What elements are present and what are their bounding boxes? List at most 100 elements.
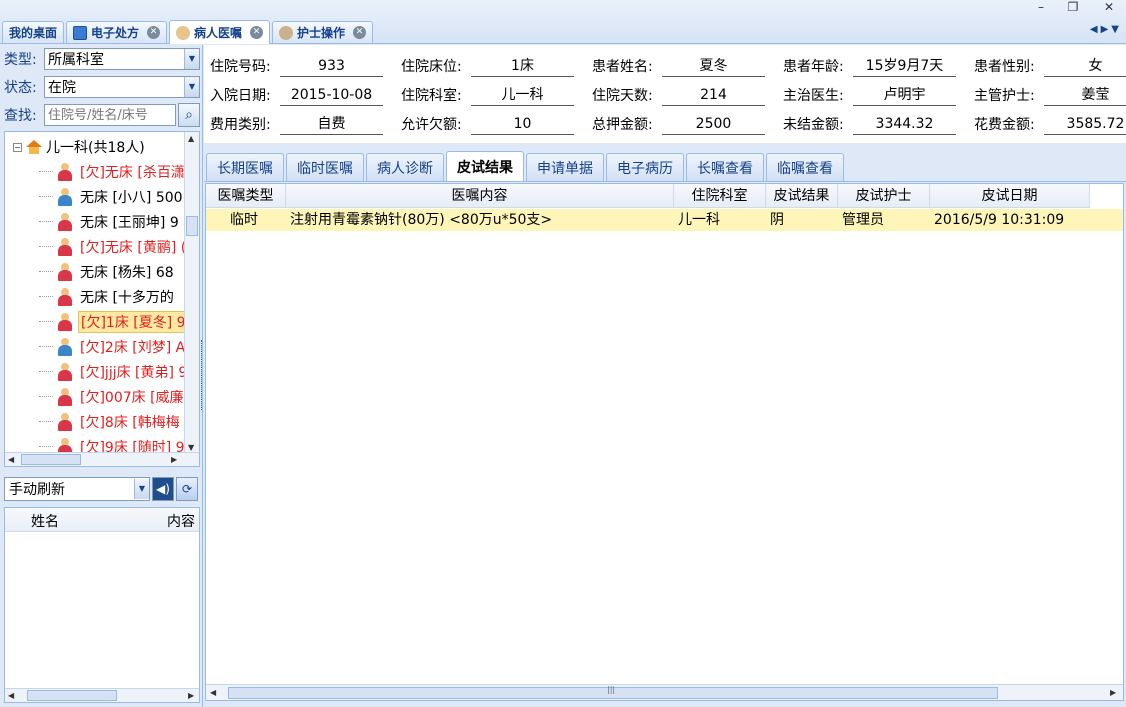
grid-column-header[interactable]: 医嘱类型 (206, 184, 286, 208)
scroll-right-icon[interactable]: ▶ (188, 691, 194, 700)
chevron-down-icon[interactable]: ▼ (184, 49, 199, 69)
info-field: 花费金额: 3585.72 (974, 111, 1126, 137)
scroll-right-icon[interactable]: ▶ (171, 455, 177, 464)
tree-patient-item[interactable]: 无床 [王丽坤] 9 (5, 209, 185, 234)
tab-menu-icon[interactable]: ▼ (1111, 24, 1122, 35)
tree-patient-item[interactable]: 无床 [十多万的 (5, 284, 185, 309)
info-field-value: 姜莹 (1044, 84, 1126, 106)
sub-tab[interactable]: 申请单据 (526, 153, 604, 181)
tree-patient-item[interactable]: [欠]007床 [威廉 (5, 384, 185, 409)
table-cell: 管理员 (842, 212, 884, 228)
nurse-icon (279, 25, 294, 40)
scroll-thumb[interactable] (27, 690, 117, 701)
chevron-down-icon[interactable]: ▼ (184, 77, 199, 97)
tree-patient-item[interactable]: [欠]jjj床 [黄弟] 9 (5, 359, 185, 384)
grid-column-header[interactable]: 皮试护士 (838, 184, 930, 208)
sub-tab[interactable]: 临嘱查看 (766, 153, 844, 181)
info-field: 住院床位: 1床 (401, 53, 592, 79)
tab-scroll-controls: ◀▶▼ (1090, 24, 1122, 35)
status-select[interactable]: 在院 ▼ (44, 76, 200, 98)
patient-icon (176, 25, 191, 40)
tab-label: 我的桌面 (9, 26, 58, 40)
refresh-row: 手动刷新 ▼ ◀) ⟳ (4, 476, 198, 502)
scroll-left-icon[interactable]: ◀ (1090, 24, 1101, 35)
scroll-up-icon[interactable]: ▲ (188, 134, 194, 143)
info-field-value: 15岁9月7天 (853, 55, 956, 77)
search-label: 查找: (4, 108, 37, 124)
info-field-label: 主治医生: (783, 88, 844, 104)
scroll-left-icon[interactable]: ◀ (8, 455, 14, 464)
search-row: 查找: ⌕ (4, 103, 200, 127)
info-field-label: 未结金额: (783, 117, 844, 133)
message-horizontal-scrollbar[interactable]: ◀ ▶ (5, 688, 199, 702)
home-icon (26, 140, 42, 154)
column-content[interactable]: 内容 (115, 508, 199, 531)
sub-tab[interactable]: 长嘱查看 (686, 153, 764, 181)
grid-horizontal-scrollbar[interactable]: ◀ ||| ▶ (206, 684, 1123, 700)
tab-my-desktop[interactable]: 我的桌面 (2, 21, 65, 43)
restore-button[interactable]: ❐ (1062, 0, 1084, 14)
scroll-down-icon[interactable]: ▼ (188, 443, 194, 452)
info-field: 主治医生: 卢明宇 (783, 82, 974, 108)
grid-column-header[interactable]: 住院科室 (674, 184, 766, 208)
refresh-icon[interactable]: ⟳ (176, 477, 198, 501)
close-icon[interactable]: ✕ (353, 26, 367, 39)
sub-tab[interactable]: 临时医嘱 (286, 153, 364, 181)
patient-item-label: 无床 [王丽坤] 9 (80, 214, 179, 231)
chevron-down-icon[interactable]: ▼ (134, 479, 149, 499)
info-field: 允许欠额: 10 (401, 111, 592, 137)
minimize-button[interactable]: – (1030, 0, 1052, 14)
scroll-right-icon[interactable]: ▶ (1110, 688, 1116, 697)
info-field: 主管护士: 姜莹 (974, 82, 1126, 108)
tab-patient-orders[interactable]: 病人医嘱 ✕ (169, 20, 271, 44)
close-icon[interactable]: ✕ (250, 26, 264, 39)
grid-column-header[interactable]: 皮试结果 (766, 184, 838, 208)
left-panel: 类型: 所属科室 ▼ 状态: 在院 ▼ 查找: ⌕ − 儿一科(共18人) [欠… (0, 45, 203, 707)
female-patient-icon (57, 237, 73, 256)
info-field-label: 住院床位: (401, 59, 462, 75)
scroll-left-icon[interactable]: ◀ (8, 691, 14, 700)
sub-tab[interactable]: 病人诊断 (366, 153, 444, 181)
tree-patient-item[interactable]: [欠]8床 [韩梅梅 (5, 409, 185, 434)
tree-patient-item[interactable]: [欠]无床 [黄鹂] ( (5, 234, 185, 259)
grid-column-header[interactable]: 医嘱内容 (286, 184, 674, 208)
tree-patient-item[interactable]: [欠]1床 [夏冬] 9 (5, 309, 185, 334)
tree-vertical-scrollbar[interactable]: ▲ ▼ (184, 132, 199, 454)
tab-nurse-operations[interactable]: 护士操作 ✕ (272, 21, 374, 43)
tree-patient-item[interactable]: [欠]无床 [杀百潇 (5, 159, 185, 184)
tree-patient-item[interactable]: 无床 [小八] 500 (5, 184, 185, 209)
collapse-icon[interactable]: − (13, 142, 22, 152)
scroll-right-icon[interactable]: ▶ (1101, 24, 1112, 35)
close-icon[interactable]: ✕ (147, 26, 161, 39)
grid-header: 医嘱类型 医嘱内容 住院科室 皮试结果 皮试护士 皮试日期 (206, 184, 1090, 208)
sub-tab[interactable]: 长期医嘱 (206, 153, 284, 181)
tree-patient-item[interactable]: [欠]2床 [刘梦] A (5, 334, 185, 359)
scroll-thumb[interactable] (186, 216, 198, 236)
speaker-icon[interactable]: ◀) (152, 477, 174, 501)
column-name[interactable]: 姓名 (5, 508, 115, 531)
search-icon[interactable]: ⌕ (178, 103, 200, 127)
close-window-button[interactable]: ✕ (1098, 0, 1120, 14)
type-select[interactable]: 所属科室 ▼ (44, 48, 200, 70)
grid-column-header[interactable]: 皮试日期 (930, 184, 1090, 208)
info-field-value: 2500 (662, 113, 765, 135)
refresh-mode-select[interactable]: 手动刷新 ▼ (4, 477, 150, 501)
info-field: 费用类别: 自费 (210, 111, 401, 137)
status-select-value: 在院 (48, 80, 76, 96)
splitter-handle[interactable] (201, 340, 204, 410)
scroll-thumb[interactable] (21, 454, 81, 465)
scroll-left-icon[interactable]: ◀ (210, 688, 216, 697)
info-field: 患者姓名: 夏冬 (592, 53, 783, 79)
tree-root-department[interactable]: − 儿一科(共18人) (13, 136, 145, 158)
sub-tab[interactable]: 电子病历 (606, 153, 684, 181)
table-row[interactable]: 临时 注射用青霉素钠针(80万) <80万u*50支> 儿一科 阴 管理员 2016/5/… (206, 209, 1123, 231)
tab-e-prescription[interactable]: 电子处方 ✕ (66, 21, 168, 43)
tree-root-label: 儿一科(共18人) (46, 140, 145, 156)
sub-tab[interactable]: 皮试结果 (446, 151, 524, 181)
tree-horizontal-scrollbar[interactable]: ◀ ▶ (5, 452, 199, 466)
female-patient-icon (57, 412, 73, 431)
search-input[interactable] (44, 104, 176, 126)
tree-patient-item[interactable]: 无床 [杨朱] 68 (5, 259, 185, 284)
scroll-thumb[interactable]: ||| (228, 685, 998, 699)
info-field: 患者性别: 女 (974, 53, 1126, 79)
